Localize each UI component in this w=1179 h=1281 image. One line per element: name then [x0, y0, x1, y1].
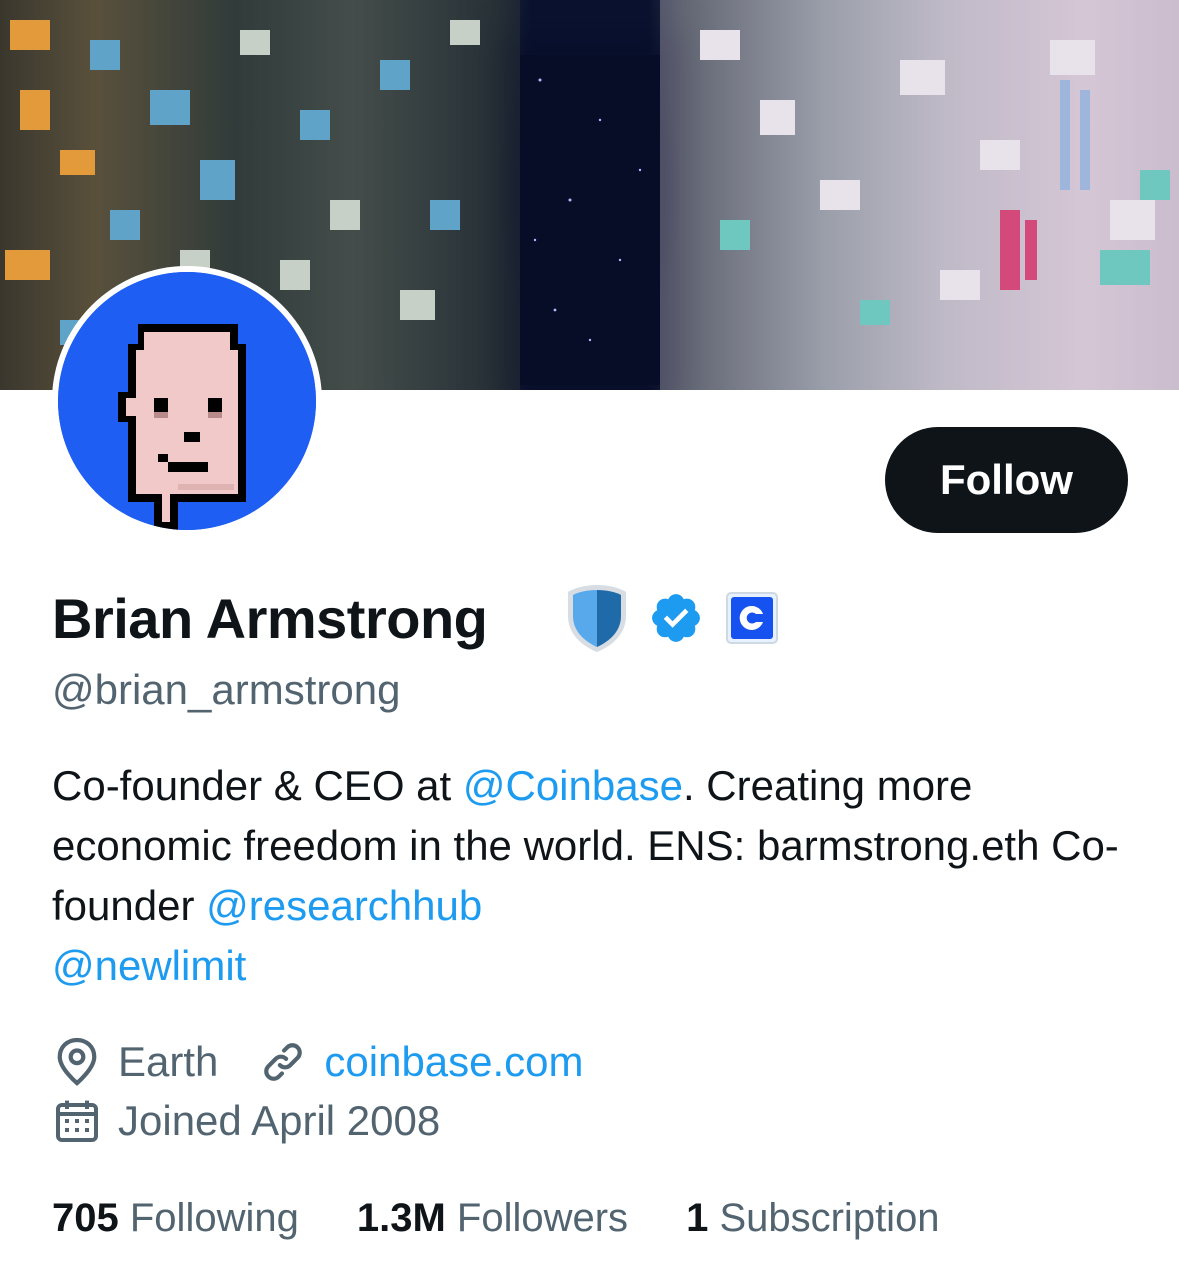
profile-bio: Co-founder & CEO at @Coinbase. Creating … — [52, 756, 1132, 996]
avatar[interactable] — [58, 272, 316, 530]
mention-newlimit-link[interactable]: @newlimit — [52, 942, 246, 989]
display-name: Brian Armstrong — [52, 587, 488, 650]
badge-row — [564, 582, 778, 654]
user-handle: @brian_armstrong — [52, 666, 401, 713]
profile-meta-row-2: Joined April 2008 — [52, 1095, 440, 1147]
location-pin-icon — [52, 1037, 102, 1087]
follow-button-label: Follow — [940, 456, 1073, 503]
verified-badge-icon[interactable] — [648, 590, 704, 646]
coinbase-affiliate-icon[interactable] — [726, 592, 778, 644]
pixel-face-avatar-icon — [58, 272, 316, 530]
link-icon — [258, 1037, 308, 1087]
followers-count: 1.3M — [356, 1196, 446, 1240]
calendar-icon — [52, 1096, 102, 1146]
subscriptions-stat-link[interactable]: 1 Subscription — [686, 1192, 940, 1244]
following-count: 705 — [52, 1196, 119, 1240]
follow-button[interactable]: Follow — [885, 427, 1128, 533]
following-stat-link[interactable]: 705 Following — [52, 1192, 299, 1244]
shield-icon[interactable] — [564, 582, 630, 654]
mention-researchhub-link[interactable]: @researchhub — [206, 882, 482, 929]
profile-page: Follow Brian Armstrong @brian_armstrong … — [0, 0, 1179, 1281]
following-label: Following — [129, 1196, 299, 1240]
followers-label: Followers — [456, 1196, 629, 1240]
subscriptions-count: 1 — [686, 1196, 709, 1240]
profile-stats: 705 Following 1.3M Followers 1 Subscript… — [52, 1192, 998, 1244]
followers-stat-link[interactable]: 1.3M Followers — [357, 1192, 628, 1244]
joined-date-text: Joined April 2008 — [118, 1097, 441, 1144]
mention-coinbase-link[interactable]: @Coinbase — [463, 762, 683, 809]
profile-meta-row-1: Earth coinbase.com — [52, 1036, 584, 1088]
location-text: Earth — [118, 1038, 219, 1085]
website-link[interactable]: coinbase.com — [324, 1036, 583, 1088]
subscriptions-label: Subscription — [719, 1196, 940, 1240]
bio-text-1: Co-founder & CEO at — [52, 762, 463, 809]
